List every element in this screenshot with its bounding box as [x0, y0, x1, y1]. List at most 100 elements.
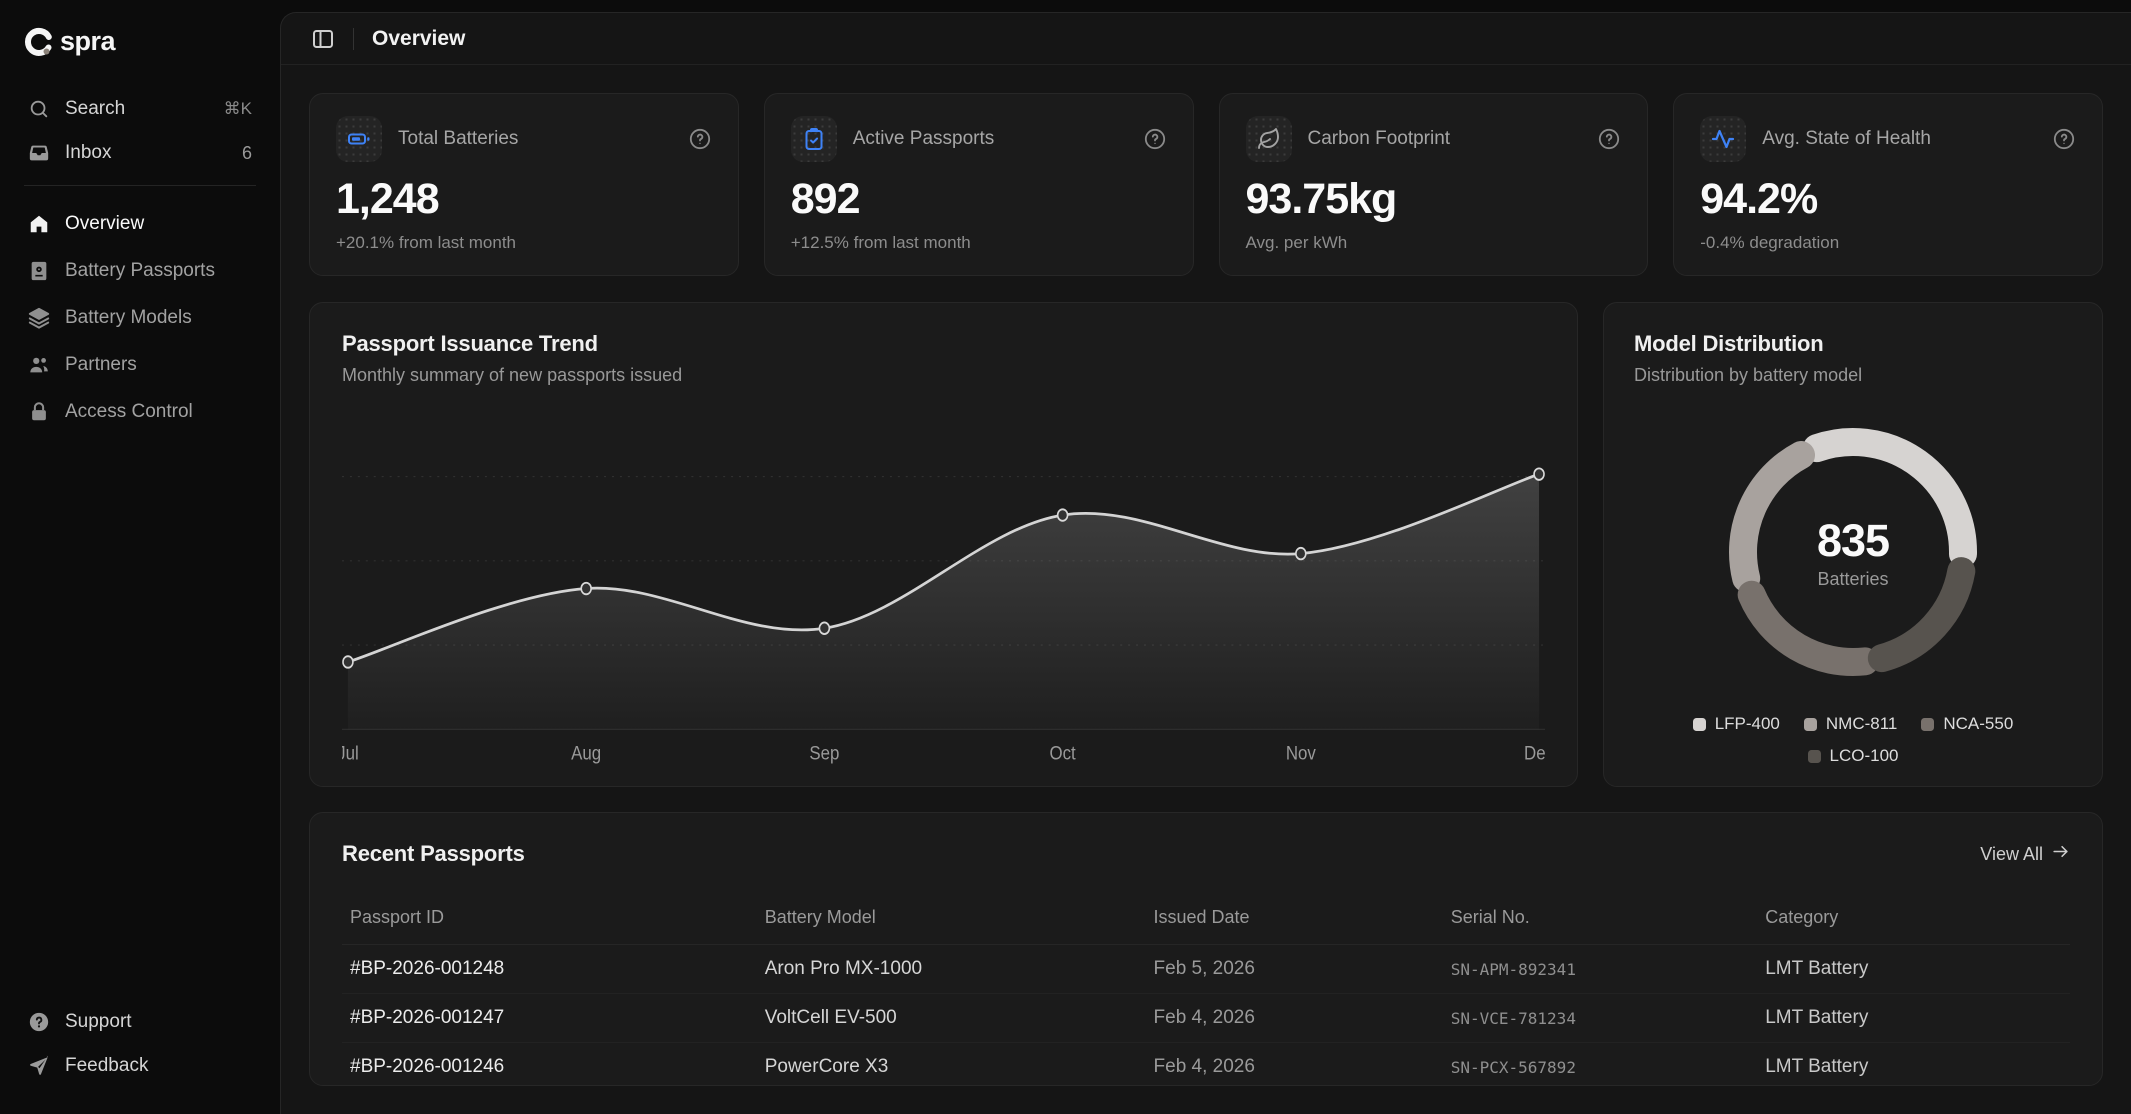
leaf-icon: [1246, 116, 1292, 162]
cell-category: LMT Battery: [1757, 1043, 2070, 1087]
activity-icon: [1700, 116, 1746, 162]
nav-label: Access Control: [65, 401, 193, 423]
main-panel: Overview Total Batteries: [280, 12, 2131, 1114]
stat-title: Active Passports: [853, 128, 995, 150]
svg-text:Oct: Oct: [1049, 741, 1075, 764]
svg-text:Dec: Dec: [1524, 741, 1545, 764]
sidebar-item-search[interactable]: Search ⌘K: [20, 87, 260, 131]
cell-serial-no: SN-VCE-781234: [1443, 994, 1757, 1043]
trend-chart-subtitle: Monthly summary of new passports issued: [342, 365, 1545, 386]
sidebar: spra Search ⌘K Inbox 6 Overview: [0, 0, 280, 1114]
svg-text:Jul: Jul: [342, 741, 359, 764]
arrow-right-icon: [2051, 842, 2070, 866]
search-shortcut: ⌘K: [224, 99, 252, 119]
stat-card-active-passports: Active Passports 892 +12.5% from last mo…: [764, 93, 1194, 276]
nav-label: Battery Passports: [65, 260, 215, 282]
topbar-divider: [353, 28, 354, 50]
sidebar-item-battery-passports[interactable]: Battery Passports: [20, 247, 260, 294]
nav-label: Overview: [65, 213, 144, 235]
sidebar-item-partners[interactable]: Partners: [20, 341, 260, 388]
sidebar-item-feedback[interactable]: Feedback: [20, 1044, 260, 1088]
stat-value: 892: [791, 175, 1167, 224]
cell-issued-date: Feb 4, 2026: [1146, 1043, 1443, 1087]
col-passport-id: Passport ID: [342, 893, 757, 945]
table-row[interactable]: #BP-2026-001247 VoltCell EV-500 Feb 4, 2…: [342, 994, 2070, 1043]
nav-label: Battery Models: [65, 307, 192, 329]
sidebar-item-support[interactable]: Support: [20, 1000, 260, 1044]
lock-icon: [28, 401, 50, 423]
legend-swatch: [1808, 750, 1821, 763]
stat-card-total-batteries: Total Batteries 1,248 +20.1% from last m…: [309, 93, 739, 276]
col-issued-date: Issued Date: [1146, 893, 1443, 945]
battery-icon: [336, 116, 382, 162]
nav-label: Partners: [65, 354, 137, 376]
support-label: Support: [65, 1011, 132, 1033]
help-icon[interactable]: [1143, 127, 1167, 151]
layers-icon: [28, 307, 50, 329]
legend-item: LCO-100: [1808, 746, 1899, 766]
cell-issued-date: Feb 4, 2026: [1146, 994, 1443, 1043]
stat-title: Total Batteries: [398, 128, 518, 150]
stat-value: 93.75kg: [1246, 175, 1622, 224]
stat-value: 1,248: [336, 175, 712, 224]
distribution-title: Model Distribution: [1634, 331, 2072, 357]
legend-swatch: [1804, 718, 1817, 731]
passports-table: Passport ID Battery Model Issued Date Se…: [342, 893, 2070, 1086]
cell-issued-date: Feb 5, 2026: [1146, 945, 1443, 994]
cell-battery-model: VoltCell EV-500: [757, 994, 1146, 1043]
help-icon[interactable]: [688, 127, 712, 151]
page-title: Overview: [372, 27, 465, 51]
stat-note: Avg. per kWh: [1246, 233, 1622, 253]
table-row[interactable]: #BP-2026-001246 PowerCore X3 Feb 4, 2026…: [342, 1043, 2070, 1087]
table-row[interactable]: #BP-2026-001248 Aron Pro MX-1000 Feb 5, …: [342, 945, 2070, 994]
col-category: Category: [1757, 893, 2070, 945]
search-icon: [28, 98, 50, 120]
cell-battery-model: Aron Pro MX-1000: [757, 945, 1146, 994]
sidebar-item-inbox[interactable]: Inbox 6: [20, 131, 260, 175]
home-icon: [28, 213, 50, 235]
inbox-icon: [28, 142, 50, 164]
view-all-link[interactable]: View All: [1980, 842, 2070, 866]
donut-chart[interactable]: 835 Batteries: [1713, 412, 1993, 692]
stats-row: Total Batteries 1,248 +20.1% from last m…: [309, 93, 2103, 276]
sidebar-item-access-control[interactable]: Access Control: [20, 388, 260, 435]
stat-note: +12.5% from last month: [791, 233, 1167, 253]
trend-chart-card: Passport Issuance Trend Monthly summary …: [309, 302, 1578, 787]
stat-value: 94.2%: [1700, 175, 2076, 224]
donut-legend: LFP-400 NMC-811 NCA-550: [1653, 714, 2053, 766]
help-icon[interactable]: [1597, 127, 1621, 151]
cell-passport-id: #BP-2026-001248: [342, 945, 757, 994]
passport-icon: [28, 260, 50, 282]
help-icon[interactable]: [2052, 127, 2076, 151]
trend-area-chart[interactable]: JulAugSepOctNovDec: [342, 404, 1545, 764]
distribution-subtitle: Distribution by battery model: [1634, 365, 2072, 386]
clipboard-check-icon: [791, 116, 837, 162]
sidebar-item-overview[interactable]: Overview: [20, 200, 260, 247]
sidebar-item-battery-models[interactable]: Battery Models: [20, 294, 260, 341]
stat-note: -0.4% degradation: [1700, 233, 2076, 253]
trend-chart-title: Passport Issuance Trend: [342, 331, 1545, 357]
cell-category: LMT Battery: [1757, 945, 2070, 994]
inbox-label: Inbox: [65, 142, 111, 164]
brand-logo-icon: [24, 27, 54, 57]
cell-serial-no: SN-PCX-567892: [1443, 1043, 1757, 1087]
sidebar-divider: [24, 185, 256, 186]
cell-battery-model: PowerCore X3: [757, 1043, 1146, 1087]
app-root: spra Search ⌘K Inbox 6 Overview: [0, 0, 2131, 1114]
feedback-label: Feedback: [65, 1055, 148, 1077]
send-icon: [28, 1055, 50, 1077]
table-header-row: Passport ID Battery Model Issued Date Se…: [342, 893, 2070, 945]
brand-logo: spra: [24, 26, 256, 57]
distribution-card: Model Distribution Distribution by batte…: [1603, 302, 2103, 787]
legend-label: NMC-811: [1826, 714, 1897, 734]
col-battery-model: Battery Model: [757, 893, 1146, 945]
topbar: Overview: [281, 13, 2131, 65]
legend-swatch: [1693, 718, 1706, 731]
inbox-badge: 6: [242, 143, 252, 164]
cell-serial-no: SN-APM-892341: [1443, 945, 1757, 994]
users-icon: [28, 354, 50, 376]
sidebar-toggle-button[interactable]: [311, 27, 335, 51]
main-area: Overview Total Batteries: [280, 0, 2131, 1114]
stat-title: Carbon Footprint: [1308, 128, 1451, 150]
recent-passports-card: Recent Passports View All Passport: [309, 812, 2103, 1086]
